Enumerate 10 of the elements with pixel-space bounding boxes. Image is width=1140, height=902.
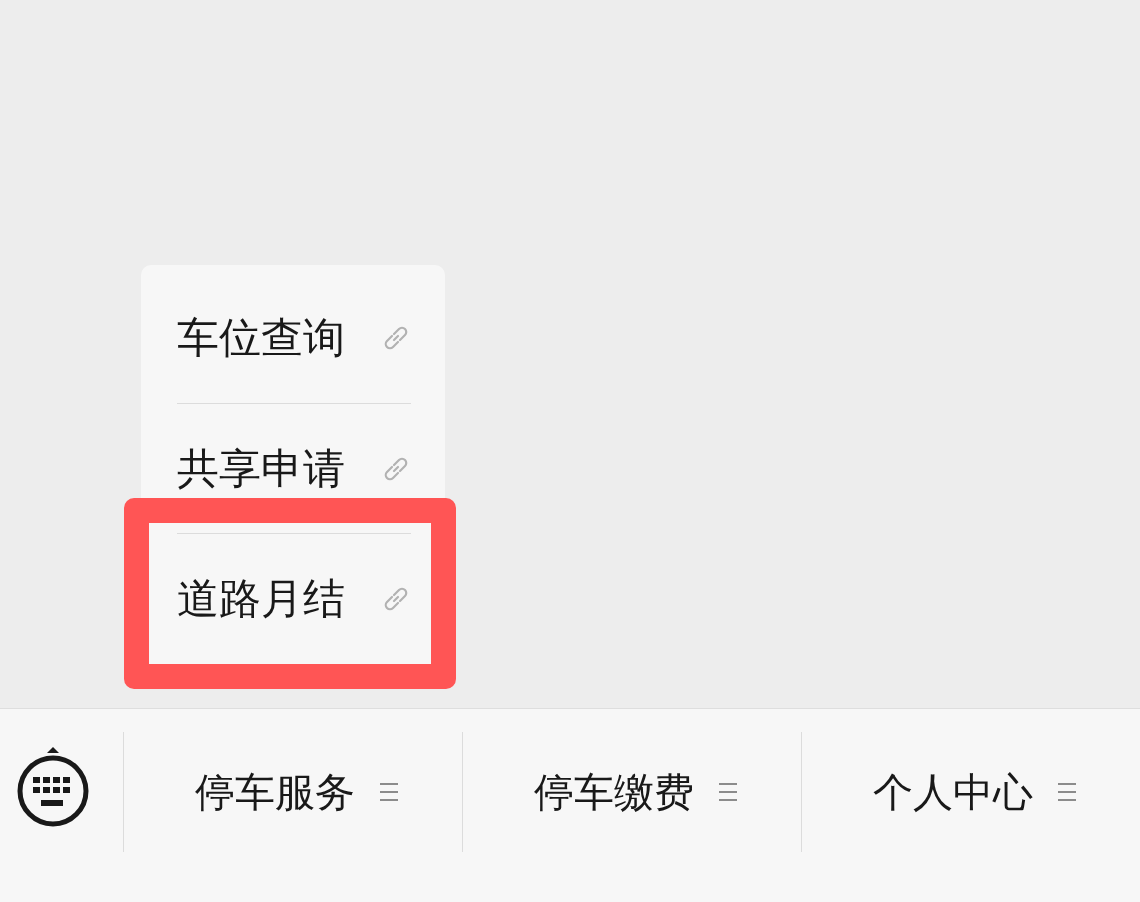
menu-icon <box>718 781 738 803</box>
menu-tab[interactable]: 个人中心 <box>801 732 1140 852</box>
menu-icon <box>379 781 399 803</box>
menu-tab[interactable]: 停车服务 <box>123 732 462 852</box>
menu-tab[interactable]: 停车缴费 <box>462 732 801 852</box>
menu-icon <box>1057 781 1077 803</box>
menu-item[interactable]: 车位查询 <box>177 265 411 403</box>
keyboard-icon[interactable] <box>16 745 89 829</box>
menu-item[interactable]: 道路月结 <box>177 533 411 663</box>
menu-item[interactable]: 共享申请 <box>177 403 411 533</box>
